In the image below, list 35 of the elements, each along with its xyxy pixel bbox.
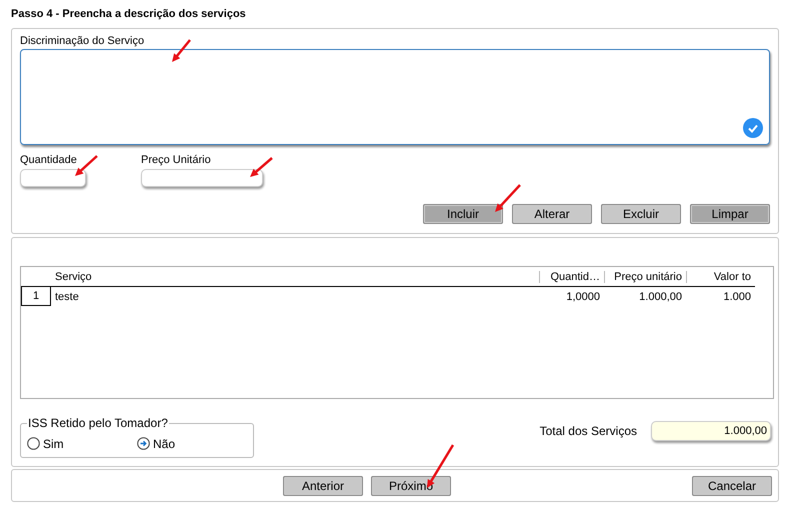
cancel-button[interactable]: Cancelar: [692, 476, 772, 496]
quantity-field[interactable]: [20, 169, 86, 187]
radio-label[interactable]: Não: [153, 436, 176, 450]
field-label: Preço Unitário: [141, 154, 212, 167]
column-header[interactable]: Serviço: [51, 270, 539, 282]
table-cell-text: 1.000,00: [638, 290, 683, 302]
action-button[interactable]: Alterar: [512, 204, 592, 224]
total-field: 1.000,00: [651, 421, 771, 441]
unit-price-field[interactable]: [141, 169, 263, 187]
radio-selected-icon[interactable]: [137, 437, 150, 450]
table-cell-text: 1.000: [722, 290, 752, 302]
group-legend: ISS Retido pelo Tomador?: [27, 416, 169, 430]
description-field[interactable]: [20, 49, 770, 145]
annotation-arrow: [495, 184, 521, 212]
table-cell-text: 1,0000: [565, 290, 601, 302]
column-header[interactable]: Quantid…: [539, 270, 604, 282]
check-icon: [743, 118, 763, 138]
radio-icon[interactable]: [27, 437, 40, 450]
field-label: Quantidade: [20, 154, 78, 167]
annotation-arrow: [172, 39, 191, 62]
nav-button[interactable]: Próximo: [371, 476, 451, 496]
column-header[interactable]: Preço unitário: [604, 270, 686, 282]
column-header[interactable]: Valor to: [686, 270, 755, 282]
total-label: Total dos Serviços: [540, 424, 637, 438]
action-button[interactable]: Incluir: [423, 204, 503, 224]
annotation-arrow: [75, 155, 98, 176]
step-title: Passo 4 - Preencha a descrição dos serviços: [11, 7, 247, 22]
annotation-arrow: [250, 157, 273, 177]
action-button[interactable]: Excluir: [601, 204, 681, 224]
table-cell-text: teste: [54, 290, 80, 302]
action-button[interactable]: Limpar: [690, 204, 770, 224]
row-number: 1: [21, 287, 51, 306]
radio-label[interactable]: Sim: [43, 436, 64, 450]
field-label: Discriminação do Serviço: [20, 35, 146, 48]
nav-button[interactable]: Anterior: [283, 476, 363, 496]
